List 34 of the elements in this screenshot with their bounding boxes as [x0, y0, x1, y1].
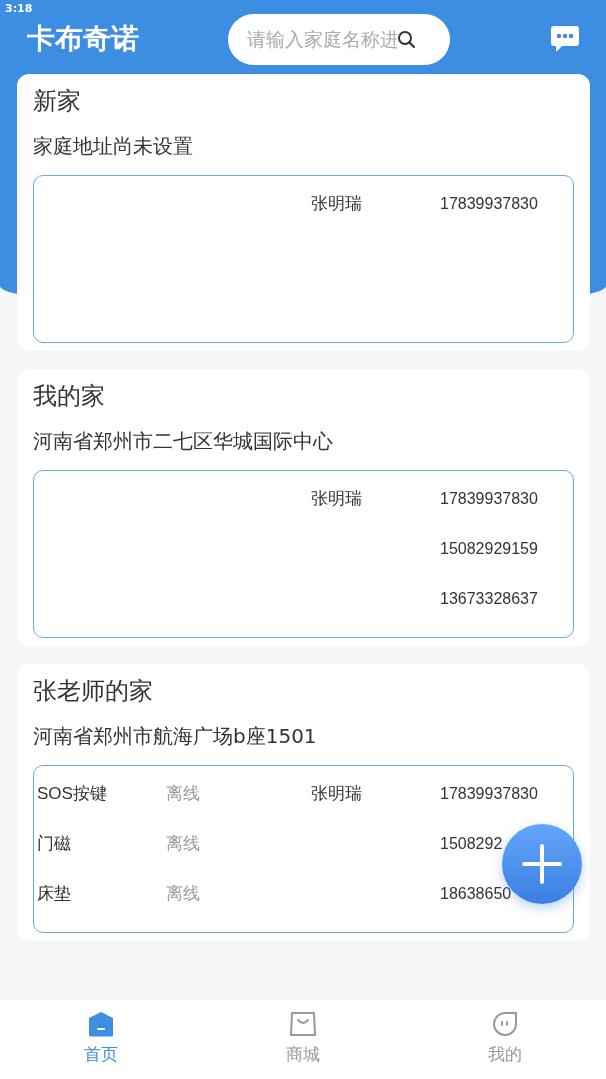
home-name: 张老师的家 — [33, 676, 154, 707]
phone-number: 17839937830 — [440, 194, 539, 214]
face-icon — [492, 1011, 518, 1037]
phone-number: 17839937830 — [440, 784, 539, 804]
bag-icon — [290, 1011, 316, 1037]
home-card[interactable]: 我的家 河南省郑州市二七区华城国际中心 张明瑞 17839937830 15082929159 13673328637 — [17, 369, 590, 646]
phone-number: 13673328637 — [440, 589, 539, 609]
home-address: 河南省郑州市二七区华城国际中心 — [33, 428, 334, 455]
contact-name: 张明瑞 — [311, 783, 363, 805]
home-card[interactable]: 新家 家庭地址尚未设置 张明瑞 17839937830 — [17, 74, 590, 351]
home-address: 河南省郑州市航海广场b座1501 — [33, 723, 318, 750]
device-status: 离线 — [166, 833, 201, 855]
plus-icon — [522, 844, 562, 884]
phone-number: 17839937830 — [440, 489, 539, 509]
home-address: 家庭地址尚未设置 — [33, 133, 194, 160]
search-icon — [397, 29, 417, 50]
device-name: 门磁 — [37, 833, 72, 855]
device-status: 离线 — [166, 883, 201, 905]
status-time: 3:18 — [5, 2, 33, 15]
home-icon — [88, 1011, 114, 1037]
app-title: 卡布奇诺 — [27, 21, 140, 57]
home-card[interactable]: 张老师的家 河南省郑州市航海广场b座1501 SOS按键 离线 张明瑞 17839937830 门磁 离线 1508292 床垫 离线 18638650 — [17, 664, 590, 941]
phone-number: 1508292 — [440, 834, 504, 854]
phone-number: 18638650 — [440, 884, 513, 904]
device-name: SOS按键 — [37, 783, 108, 805]
phone-number: 15082929159 — [440, 539, 539, 559]
chat-icon[interactable] — [550, 25, 580, 53]
tab[interactable]: 首页 — [0, 1000, 202, 1079]
contact-name: 张明瑞 — [311, 193, 363, 215]
home-name: 我的家 — [33, 381, 106, 412]
device-name: 床垫 — [37, 883, 72, 905]
contact-name: 张明瑞 — [311, 488, 363, 510]
device-status: 离线 — [166, 783, 201, 805]
home-name: 新家 — [33, 86, 82, 117]
